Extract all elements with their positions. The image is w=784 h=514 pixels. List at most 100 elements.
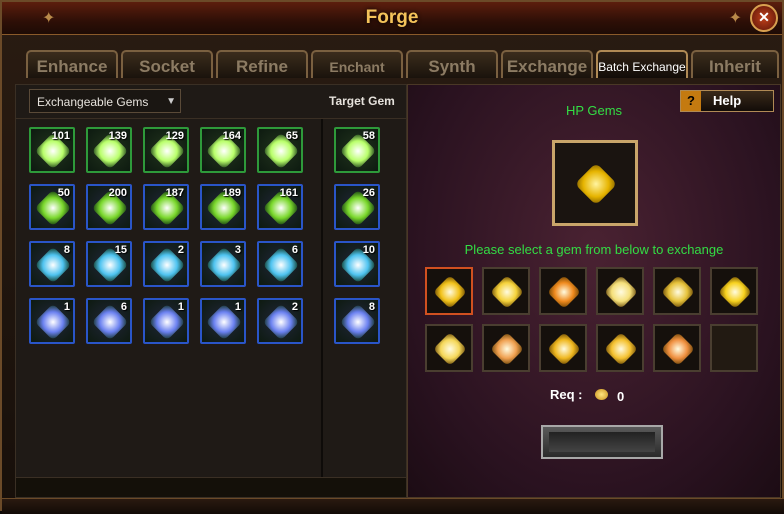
req-label: Req : bbox=[550, 387, 583, 402]
hp-gem-slot[interactable] bbox=[653, 267, 701, 315]
gem-type-dropdown[interactable]: Exchangeable Gems ▼ bbox=[29, 89, 181, 113]
hp-gem-icon bbox=[661, 332, 695, 366]
gem-slot[interactable]: 187 bbox=[143, 184, 189, 230]
gem-count: 189 bbox=[222, 187, 241, 199]
gem-slot[interactable]: 50 bbox=[29, 184, 75, 230]
exchangeable-gems-panel: Exchangeable Gems ▼ Target Gem 101 139 129… bbox=[15, 84, 407, 498]
exchange-button[interactable] bbox=[541, 425, 663, 459]
exchange-hint: Please select a gem from below to exchan… bbox=[464, 242, 724, 257]
gem-category-title: HP Gems bbox=[565, 103, 623, 118]
forge-window: ✦ ✦ Forge ✕ Enhance Socket Refine Enchan… bbox=[0, 0, 784, 514]
gem-count: 8 bbox=[368, 301, 375, 313]
gem-count: 15 bbox=[114, 244, 127, 256]
gem-count: 8 bbox=[63, 244, 70, 256]
gem-count: 2 bbox=[291, 301, 298, 313]
hp-gem-slot[interactable] bbox=[539, 267, 587, 315]
gem-slot[interactable]: 6 bbox=[257, 241, 303, 287]
tab-socket[interactable]: Socket bbox=[121, 50, 213, 78]
gem-slot[interactable]: 164 bbox=[200, 127, 246, 173]
hp-gem-slot[interactable] bbox=[710, 267, 758, 315]
gem-count: 1 bbox=[234, 301, 241, 313]
tab-exchange[interactable]: Exchange bbox=[501, 50, 593, 78]
hp-gem-slot[interactable] bbox=[425, 324, 473, 372]
gem-slot[interactable]: 161 bbox=[257, 184, 303, 230]
hp-gem-icon bbox=[490, 275, 524, 309]
gem-slot[interactable]: 2 bbox=[143, 241, 189, 287]
empty-gem-slot[interactable] bbox=[710, 324, 758, 372]
gem-count: 3 bbox=[234, 244, 241, 256]
hp-gem-slot[interactable] bbox=[596, 324, 644, 372]
hp-gem-slot[interactable] bbox=[539, 324, 587, 372]
tab-inherit[interactable]: Inherit bbox=[691, 50, 779, 78]
hp-gem-slot[interactable] bbox=[482, 267, 530, 315]
window-title: Forge bbox=[365, 7, 419, 28]
tab-enhance[interactable]: Enhance bbox=[26, 50, 118, 78]
gem-count: 50 bbox=[57, 187, 70, 199]
hp-gem-icon bbox=[433, 275, 467, 309]
gem-slot[interactable]: 6 bbox=[86, 298, 132, 344]
header-divider bbox=[16, 118, 406, 119]
target-gem-frame bbox=[552, 140, 638, 226]
hp-gem-icon bbox=[718, 275, 752, 309]
tab-synth[interactable]: Synth bbox=[406, 50, 498, 78]
chevron-down-icon: ▼ bbox=[166, 96, 176, 107]
gem-count: 26 bbox=[362, 187, 375, 199]
hp-gem-icon bbox=[661, 275, 695, 309]
coin-icon bbox=[595, 389, 608, 400]
hp-gem-icon bbox=[604, 275, 638, 309]
target-gem-label: Target Gem bbox=[329, 94, 395, 108]
gem-count: 6 bbox=[120, 301, 127, 313]
gem-slot[interactable]: 1 bbox=[143, 298, 189, 344]
title-bar: ✦ ✦ Forge ✕ bbox=[2, 2, 782, 35]
gem-count: 1 bbox=[177, 301, 184, 313]
gem-count: 1 bbox=[63, 301, 70, 313]
gem-count: 187 bbox=[165, 187, 184, 199]
gem-count: 200 bbox=[108, 187, 127, 199]
hp-gem-icon bbox=[433, 332, 467, 366]
tab-refine[interactable]: Refine bbox=[216, 50, 308, 78]
target-gem-slot[interactable]: 26 bbox=[334, 184, 380, 230]
gem-slot[interactable]: 139 bbox=[86, 127, 132, 173]
gem-count: 139 bbox=[108, 130, 127, 142]
gem-slot[interactable]: 189 bbox=[200, 184, 246, 230]
gem-slot[interactable]: 129 bbox=[143, 127, 189, 173]
hp-gem-icon bbox=[604, 332, 638, 366]
hp-gem-slot[interactable] bbox=[425, 267, 473, 315]
gem-slot[interactable]: 3 bbox=[200, 241, 246, 287]
tab-enchant[interactable]: Enchant bbox=[311, 50, 403, 78]
target-gem-slot[interactable]: 58 bbox=[334, 127, 380, 173]
gem-slot[interactable]: 1 bbox=[29, 298, 75, 344]
exchange-button-face bbox=[549, 432, 655, 452]
gem-slot[interactable]: 8 bbox=[29, 241, 75, 287]
gem-slot[interactable]: 1 bbox=[200, 298, 246, 344]
dropdown-label: Exchangeable Gems bbox=[37, 95, 149, 109]
hp-gem-icon bbox=[547, 275, 581, 309]
hp-gem-slot[interactable] bbox=[482, 324, 530, 372]
gem-slot[interactable]: 101 bbox=[29, 127, 75, 173]
target-gem-icon bbox=[574, 162, 618, 206]
gem-slot[interactable]: 200 bbox=[86, 184, 132, 230]
target-gem-slot[interactable]: 10 bbox=[334, 241, 380, 287]
req-value: 0 bbox=[617, 389, 625, 404]
window-footer bbox=[2, 498, 784, 514]
gem-count: 164 bbox=[222, 130, 241, 142]
hp-gem-icon bbox=[490, 332, 524, 366]
hp-gem-slot[interactable] bbox=[653, 324, 701, 372]
gem-count: 2 bbox=[177, 244, 184, 256]
close-icon[interactable]: ✕ bbox=[750, 4, 778, 32]
gem-count: 10 bbox=[362, 244, 375, 256]
tab-batch-exchange[interactable]: Batch Exchange bbox=[596, 50, 688, 78]
target-gem-slot[interactable]: 8 bbox=[334, 298, 380, 344]
gem-slot[interactable]: 65 bbox=[257, 127, 303, 173]
gem-count: 6 bbox=[291, 244, 298, 256]
gem-slot[interactable]: 15 bbox=[86, 241, 132, 287]
batch-exchange-panel: ? Help HP Gems Please select a gem from … bbox=[407, 84, 781, 498]
gem-count: 65 bbox=[285, 130, 298, 142]
hp-gem-slot[interactable] bbox=[596, 267, 644, 315]
gem-count: 129 bbox=[165, 130, 184, 142]
gem-count: 101 bbox=[51, 130, 70, 142]
column-divider bbox=[321, 119, 323, 477]
gem-slot[interactable]: 2 bbox=[257, 298, 303, 344]
hp-gem-icon bbox=[547, 332, 581, 366]
gem-count: 161 bbox=[279, 187, 298, 199]
